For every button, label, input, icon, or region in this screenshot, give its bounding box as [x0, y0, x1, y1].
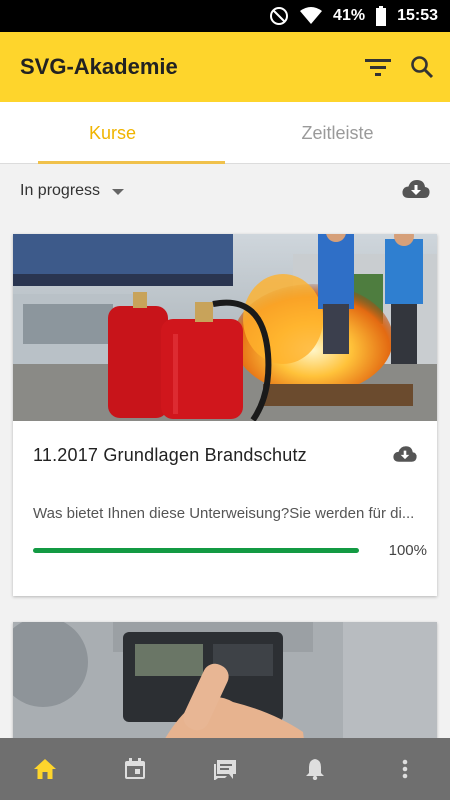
forum-icon: [214, 760, 236, 780]
app-title: SVG-Akademie: [20, 54, 178, 79]
course-title: 11.2017 Grundlagen Brandschutz: [33, 445, 307, 465]
course-card[interactable]: 11.2017 Grundlagen Brandschutz Was biete…: [13, 234, 437, 596]
tab-kurse[interactable]: Kurse: [0, 102, 225, 164]
clock: 15:53: [397, 7, 438, 24]
filter-row: In progress: [0, 165, 450, 217]
nav-home[interactable]: [0, 738, 90, 800]
battery-icon: [376, 6, 387, 26]
course-header: 11.2017 Grundlagen Brandschutz: [13, 421, 437, 483]
calendar-icon: [125, 758, 145, 779]
notifications-icon: [306, 759, 324, 780]
app-bar: SVG-Akademie: [0, 32, 450, 102]
nav-calendar[interactable]: [90, 738, 180, 800]
tab-zeitleiste[interactable]: Zeitleiste: [225, 102, 450, 164]
wifi-icon: [300, 7, 323, 24]
progress-filter-label: In progress: [20, 182, 101, 199]
progress-filter-dropdown[interactable]: In progress: [20, 182, 402, 200]
nav-notifications[interactable]: [270, 738, 360, 800]
dropdown-arrow-icon: [112, 189, 125, 195]
cloud-download-icon: [393, 446, 417, 462]
battery-percent: 41%: [333, 7, 366, 24]
status-bar: 41% 15:53: [0, 0, 450, 32]
filter-icon: [365, 59, 391, 76]
progress-track: [33, 548, 359, 553]
course-description: Was bietet Ihnen diese Unterweisung?Sie …: [33, 505, 415, 522]
more-icon: [402, 759, 408, 779]
download-all-button[interactable]: [402, 179, 430, 204]
nav-more[interactable]: [360, 738, 450, 800]
search-icon: [411, 56, 434, 79]
search-button[interactable]: [400, 45, 444, 89]
tab-bar: Kurse Zeitleiste: [0, 102, 450, 164]
home-icon: [34, 759, 56, 779]
course-download-button[interactable]: [393, 445, 417, 468]
course-image: [13, 234, 437, 421]
bottom-navigation: [0, 738, 450, 800]
course-card[interactable]: [13, 622, 437, 742]
do-not-disturb-icon: [270, 7, 289, 25]
nav-forum[interactable]: [180, 738, 270, 800]
course-progress: 100%: [13, 522, 437, 559]
filter-button[interactable]: [356, 45, 400, 89]
progress-fill: [33, 548, 359, 553]
progress-percent: 100%: [388, 542, 427, 559]
cloud-download-icon: [402, 179, 430, 198]
course-image: [13, 622, 437, 742]
